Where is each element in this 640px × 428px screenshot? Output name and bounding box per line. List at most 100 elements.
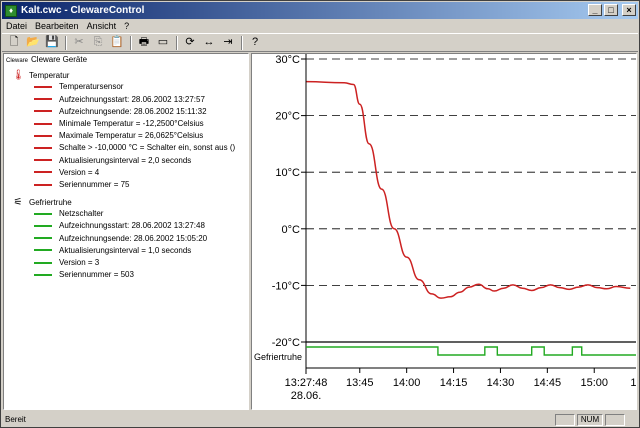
tree-root[interactable]: Cleware Cleware Geräte [6, 55, 87, 64]
toolbar-separator [241, 35, 243, 50]
tree-leaf-label: Seriennummer = 75 [59, 180, 130, 189]
toolbar-separator [130, 35, 132, 50]
tree-leaf[interactable]: Aktualisierungsinterval = 1,0 seconds [34, 246, 191, 255]
series-line-icon [34, 224, 52, 227]
tree-leaf-label: Aufzeichnungsende: 28.06.2002 15:05:20 [59, 233, 208, 243]
tree-device-1[interactable]: ⚟ Gefriertruhe [12, 197, 72, 208]
window-controls: _ □ × [588, 4, 636, 16]
tree-leaf-label: Seriennummer = 503 [59, 270, 134, 280]
y-tick-label: -10°C [272, 280, 300, 292]
tree-leaf-label: Aktualisierungsinterval = 2,0 seconds [59, 155, 192, 165]
cleware-tag: Cleware [6, 58, 29, 64]
y-tick-label: 30°C [275, 54, 300, 66]
tree-device-label: Gefriertruhe [29, 198, 72, 208]
tree-leaf-label: Version = 4 [59, 167, 100, 177]
tree-leaf-label: Maximale Temperatur = 26,0625°Celsius [59, 131, 204, 141]
copy-icon[interactable]: ⎘ [90, 35, 106, 50]
close-icon[interactable]: × [622, 4, 636, 16]
series-line-icon [34, 122, 52, 125]
tree-leaf[interactable]: Version = 4 [34, 168, 99, 177]
series-line-icon [34, 85, 52, 88]
help-icon[interactable]: ? [247, 35, 263, 50]
print-icon[interactable]: 🖶 [136, 35, 152, 50]
cut-icon[interactable]: ✂ [71, 35, 87, 50]
toolbar-separator [176, 35, 178, 50]
status-indicator-1 [555, 413, 575, 426]
menu-datei[interactable]: Datei [2, 21, 31, 31]
series-line-icon [34, 261, 52, 264]
tree-leaf-label: Aufzeichnungsstart: 28.06.2002 13:27:57 [59, 94, 205, 104]
tree-root-label: Cleware Geräte [31, 55, 88, 64]
x-tick-label: 14:45 [534, 377, 562, 389]
collapse-icon[interactable]: ⇥ [220, 35, 236, 50]
status-text: Bereit [5, 415, 26, 424]
y-tick-label: -20°C [272, 337, 300, 349]
y-tick-label: 10°C [275, 167, 300, 179]
tree-leaf[interactable]: Temperatursensor [34, 82, 123, 91]
tree-leaf[interactable]: Schalte > -10,0000 °C = Schalter ein, so… [34, 143, 235, 152]
series-line-icon [34, 237, 52, 240]
tree-leaf[interactable]: Aktualisierungsinterval = 2,0 seconds [34, 156, 191, 165]
x-tick-label: 15:1 [630, 377, 637, 389]
title-bar[interactable]: ♦ Kalt.cwc - ClewareControl _ □ × [2, 2, 638, 19]
switch-state-line [306, 346, 636, 356]
device-tree[interactable]: Cleware Cleware Geräte 🌡 Temperatur Tempera… [3, 53, 249, 410]
tree-leaf[interactable]: Version = 3 [34, 258, 99, 267]
tree-leaf-label: Aufzeichnungsende: 28.06.2002 15:11:32 [59, 106, 207, 116]
menu-bar: Datei Bearbeiten Ansicht ? [2, 19, 638, 33]
series-line-icon [34, 183, 52, 186]
y-tick-label: 0°C [282, 224, 301, 236]
expand-icon[interactable]: ↔ [201, 35, 217, 50]
open-folder-icon[interactable]: 📂 [25, 35, 41, 50]
status-indicator-num: NUM [577, 413, 603, 426]
paste-icon[interactable]: 📋 [109, 35, 125, 50]
save-icon[interactable]: 💾 [44, 35, 60, 50]
chart-svg: 30°C 20°C 10°C 0°C -10°C -20°C Gefriertruhe 13:… [254, 54, 637, 402]
status-bar: Bereit NUM [2, 412, 638, 427]
y-tick-label: 20°C [275, 111, 300, 123]
tree-leaf[interactable]: Aufzeichnungsende: 28.06.2002 15:05:20 [34, 234, 207, 243]
toolbar-separator [65, 35, 67, 50]
tree-leaf[interactable]: Maximale Temperatur = 26,0625°Celsius [34, 131, 203, 140]
x-tick-label: 13:45 [346, 377, 374, 389]
tree-leaf-label: Minimale Temperatur = -12,2500°Celsius [59, 119, 204, 128]
tree-leaf[interactable]: Aufzeichnungsstart: 28.06.2002 13:27:48 [34, 221, 205, 230]
x-tick-date: 28.06. [291, 390, 322, 402]
menu-bearbeiten[interactable]: Bearbeiten [31, 21, 83, 31]
refresh-icon[interactable]: ⟳ [182, 35, 198, 50]
series-line-icon [34, 134, 52, 137]
tree-leaf-label: Version = 3 [59, 258, 100, 268]
series-label-gefriertruhe: Gefriertruhe [254, 352, 302, 362]
app-window: ♦ Kalt.cwc - ClewareControl _ □ × Datei … [0, 0, 640, 428]
tree-leaf[interactable]: Netzschalter [34, 209, 103, 218]
series-line-icon [34, 273, 52, 276]
tree-leaf-label: Schalte > -10,0000 °C = Schalter ein, so… [59, 143, 236, 153]
x-tick-label: 14:30 [487, 377, 515, 389]
tree-device-0[interactable]: 🌡 Temperatur [12, 70, 69, 81]
tree-leaf-label: Aktualisierungsinterval = 1,0 seconds [59, 245, 192, 255]
tree-leaf[interactable]: Seriennummer = 503 [34, 270, 134, 279]
x-tick-label: 14:15 [440, 377, 468, 389]
series-line-icon [34, 171, 52, 174]
x-tick-label: 14:00 [393, 377, 421, 389]
tree-leaf-label: Netzschalter [59, 209, 104, 219]
tree-device-label: Temperatur [29, 71, 70, 81]
menu-ansicht[interactable]: Ansicht [83, 21, 121, 31]
menu-help[interactable]: ? [120, 21, 133, 31]
tree-leaf[interactable]: Seriennummer = 75 [34, 180, 129, 189]
app-icon[interactable]: ♦ [5, 4, 17, 17]
tree-leaf[interactable]: Minimale Temperatur = -12,2500°Celsius [34, 119, 204, 128]
switch-icon: ⚟ [13, 197, 23, 209]
temperature-line [306, 80, 631, 299]
series-line-icon [34, 212, 52, 215]
series-line-icon [34, 146, 52, 149]
tree-leaf[interactable]: Aufzeichnungsstart: 28.06.2002 13:27:57 [34, 95, 205, 104]
minimize-icon[interactable]: _ [588, 4, 602, 16]
status-indicator-3 [605, 413, 625, 426]
window-icon[interactable]: ▭ [155, 35, 171, 50]
new-file-icon[interactable]: 🗋 [6, 35, 22, 50]
series-line-icon [34, 98, 52, 101]
x-tick-label: 15:00 [580, 377, 608, 389]
tree-leaf[interactable]: Aufzeichnungsende: 28.06.2002 15:11:32 [34, 107, 207, 116]
maximize-icon[interactable]: □ [604, 4, 618, 16]
